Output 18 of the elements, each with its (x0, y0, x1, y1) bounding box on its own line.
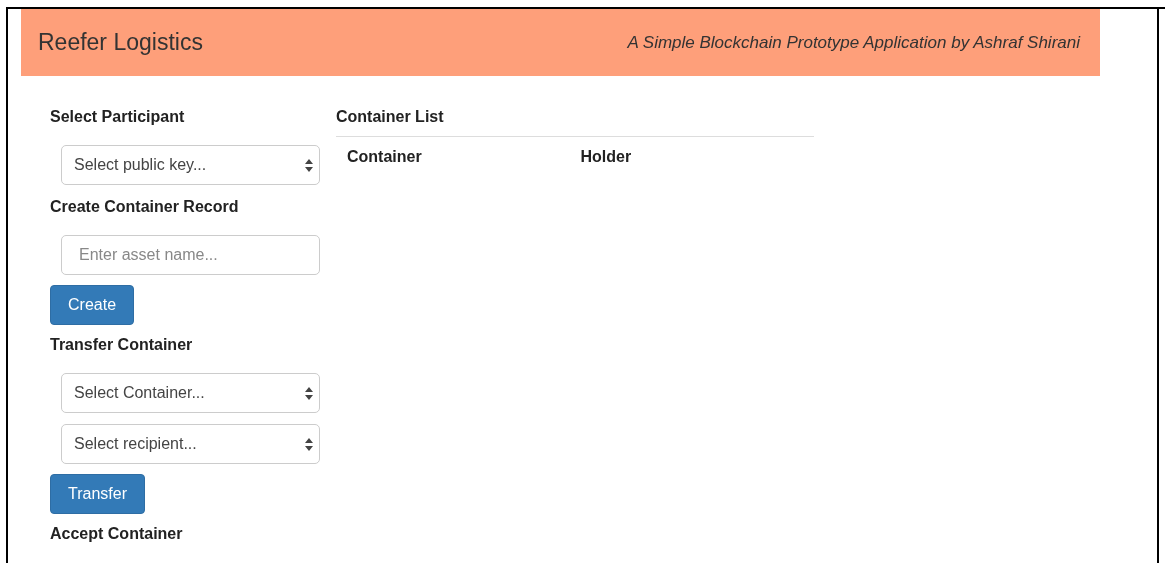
input-field[interactable]: Enter asset name... (61, 235, 320, 275)
action-button[interactable]: Create (50, 285, 135, 325)
caret-icon (305, 158, 313, 172)
section-heading: Transfer Container (50, 335, 193, 355)
select-field[interactable]: Select recipient... (61, 424, 320, 464)
section-heading: Create Container Record (50, 197, 239, 217)
section-heading: Select Participant (50, 107, 185, 127)
caret-icon (305, 386, 313, 400)
select-field[interactable]: Select Container... (61, 373, 320, 413)
app-subtitle: A Simple Blockchain Prototype Application by Ashraf Shirani (627, 32, 1080, 53)
column-header: Container (347, 148, 423, 166)
app-title: Reefer Logistics (38, 29, 203, 56)
select-field[interactable]: Select public key... (61, 145, 320, 185)
section-heading: Accept Container (50, 524, 183, 544)
list-heading: Container List (336, 106, 814, 137)
action-button[interactable]: Transfer (50, 474, 145, 514)
caret-icon (305, 437, 313, 451)
column-header: Holder (580, 148, 633, 166)
